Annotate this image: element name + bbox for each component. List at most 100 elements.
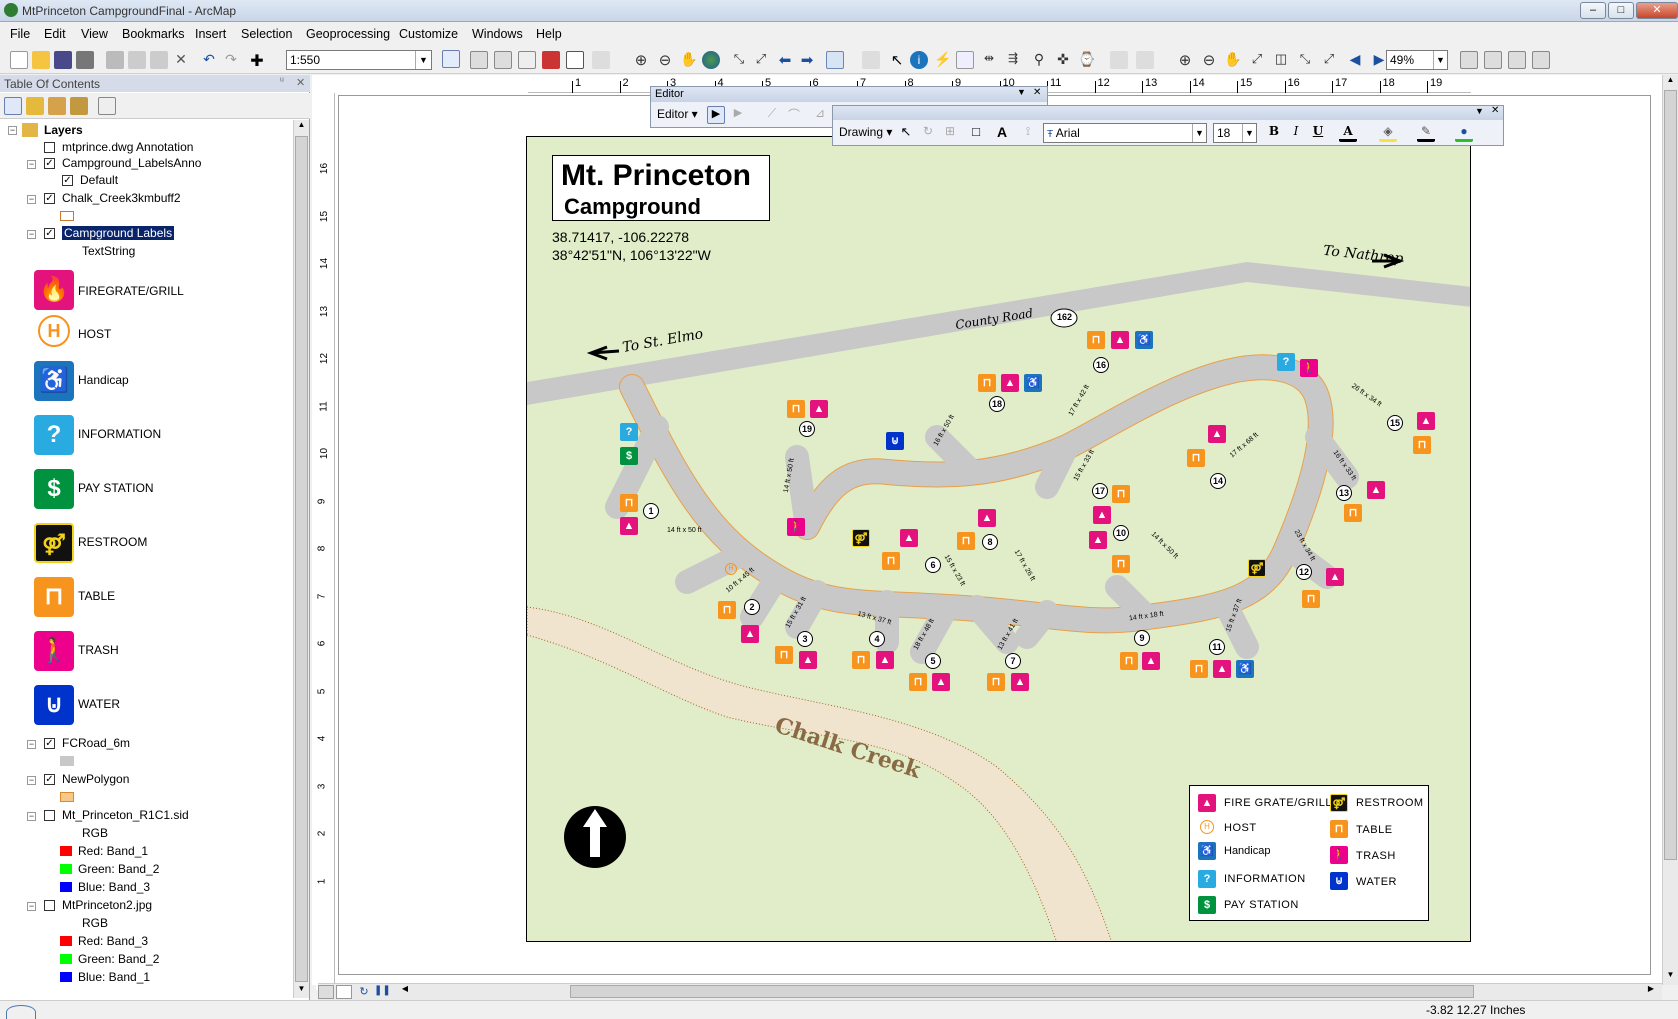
- font-color-button[interactable]: A: [1339, 124, 1357, 142]
- python-window-icon[interactable]: [566, 51, 584, 69]
- cut-icon[interactable]: [106, 51, 124, 69]
- find-route-icon[interactable]: ⇶: [1004, 51, 1022, 69]
- menu-view[interactable]: View: [81, 27, 108, 41]
- class-visibility-checkbox[interactable]: ✓: [62, 175, 73, 186]
- layers-root[interactable]: Layers: [44, 123, 83, 137]
- list-by-visibility-icon[interactable]: [48, 97, 66, 115]
- layer-visibility-checkbox[interactable]: [44, 142, 55, 153]
- layer-visibility-checkbox[interactable]: ✓: [44, 774, 55, 785]
- layout-zoom-combo[interactable]: 49% ▼: [1386, 50, 1448, 70]
- maximize-button[interactable]: □: [1608, 2, 1634, 19]
- previous-extent-layout-icon[interactable]: ◀: [1346, 51, 1364, 69]
- fill-color-icon[interactable]: ◈: [1379, 124, 1397, 142]
- map-data-frame[interactable]: Mt. Princeton Campground 38.71417, -106.…: [526, 136, 1471, 942]
- list-by-source-icon[interactable]: [26, 97, 44, 115]
- toc-options-icon[interactable]: [98, 97, 116, 115]
- delete-icon[interactable]: ✕: [172, 51, 190, 69]
- close-icon[interactable]: ✕: [1033, 87, 1041, 98]
- layer-visibility-checkbox[interactable]: ✓: [44, 158, 55, 169]
- fixed-zoom-out-icon[interactable]: ⤢: [752, 51, 770, 69]
- zoom-out-icon[interactable]: ⊖: [656, 51, 674, 69]
- measure-icon[interactable]: ⇹: [980, 51, 998, 69]
- toc-scrollbar[interactable]: ▲ ▼: [293, 120, 309, 998]
- menu-help[interactable]: Help: [536, 27, 562, 41]
- fixed-zoom-layout-icon[interactable]: ⤡: [1296, 51, 1314, 69]
- edit-tool-icon[interactable]: ▶: [707, 106, 725, 124]
- trace-icon[interactable]: ⊿: [811, 106, 829, 124]
- editor-toolbar-icon[interactable]: [442, 50, 460, 68]
- pause-drawing-icon[interactable]: ❚❚: [374, 985, 391, 999]
- menu-customize[interactable]: Customize: [399, 27, 458, 41]
- open-folder-icon[interactable]: [32, 51, 50, 69]
- layer-visibility-checkbox[interactable]: [44, 810, 55, 821]
- drawing-menu-button[interactable]: Drawing ▾: [837, 123, 897, 143]
- create-viewer-icon[interactable]: [1136, 51, 1154, 69]
- collapse-icon[interactable]: −: [8, 126, 17, 135]
- menu-geoprocessing[interactable]: Geoprocessing: [306, 27, 390, 41]
- close-button[interactable]: ✕: [1636, 2, 1678, 19]
- scroll-thumb[interactable]: [295, 136, 308, 982]
- layout-zoom-out-icon[interactable]: ⊖: [1200, 51, 1218, 69]
- back-extent-icon[interactable]: ⬅: [776, 51, 794, 69]
- data-view-icon[interactable]: [318, 985, 334, 999]
- arctoolbox-icon[interactable]: [542, 51, 560, 69]
- layout-vertical-scrollbar[interactable]: ▲ ▼: [1662, 75, 1678, 985]
- text-icon[interactable]: A: [993, 124, 1011, 142]
- map-scale-combo[interactable]: 1:550 ▼: [286, 50, 432, 70]
- chevron-down-icon[interactable]: ▼: [1475, 106, 1484, 116]
- focus-data-frame-icon[interactable]: [1484, 51, 1502, 69]
- line-color-icon[interactable]: ✎: [1417, 124, 1435, 142]
- scroll-down-icon[interactable]: ▼: [1664, 970, 1677, 984]
- search-window-icon[interactable]: [518, 51, 536, 69]
- copy-icon[interactable]: [128, 51, 146, 69]
- clear-selection-icon[interactable]: [862, 51, 880, 69]
- layer-mtprince-annotation[interactable]: mtprince.dwg Annotation: [62, 140, 193, 154]
- edit-annotation-icon[interactable]: ▶: [729, 106, 747, 124]
- new-document-icon[interactable]: [10, 51, 28, 69]
- html-popup-icon[interactable]: [956, 51, 974, 69]
- font-size-combo[interactable]: 18 ▼: [1213, 123, 1257, 143]
- rotate-icon[interactable]: ↻: [919, 124, 937, 142]
- fixed-zoom-in-icon[interactable]: ⤡: [730, 51, 748, 69]
- table-of-contents-icon[interactable]: [470, 51, 488, 69]
- straight-segment-icon[interactable]: ⟋: [763, 106, 781, 124]
- layer-campground-labels[interactable]: Campground Labels: [62, 226, 175, 240]
- italic-button[interactable]: I: [1287, 124, 1305, 142]
- catalog-icon[interactable]: [494, 51, 512, 69]
- collapse-icon[interactable]: −: [27, 740, 36, 749]
- scroll-right-icon[interactable]: ▶: [1644, 984, 1658, 999]
- menu-windows[interactable]: Windows: [472, 27, 523, 41]
- menu-edit[interactable]: Edit: [44, 27, 66, 41]
- find-icon[interactable]: ⚲: [1030, 51, 1048, 69]
- scroll-thumb[interactable]: [570, 985, 1474, 998]
- print-icon[interactable]: [76, 51, 94, 69]
- paste-icon[interactable]: [150, 51, 168, 69]
- rectangle-icon[interactable]: □: [967, 124, 985, 142]
- zoom-100-icon[interactable]: ◫: [1272, 51, 1290, 69]
- modelbuilder-icon[interactable]: [592, 51, 610, 69]
- underline-button[interactable]: U: [1309, 124, 1327, 142]
- refresh-icon[interactable]: ↻: [356, 985, 372, 999]
- add-data-icon[interactable]: ✚: [248, 51, 266, 70]
- list-by-drawing-order-icon[interactable]: [4, 97, 22, 115]
- chevron-down-icon[interactable]: ▼: [1017, 87, 1026, 97]
- select-elements-icon[interactable]: ↖: [888, 51, 906, 69]
- close-icon[interactable]: ✕: [296, 76, 305, 89]
- layer-fcroad[interactable]: FCRoad_6m: [62, 736, 130, 750]
- go-to-xy-icon[interactable]: ✜: [1054, 51, 1072, 69]
- forward-extent-icon[interactable]: ➡: [798, 51, 816, 69]
- zoom-whole-page-icon[interactable]: ⤢: [1248, 51, 1266, 69]
- layer-raster-sid[interactable]: Mt_Princeton_R1C1.sid: [62, 808, 189, 822]
- select-elements-icon[interactable]: ↖: [897, 124, 915, 142]
- layout-pan-icon[interactable]: ✋: [1224, 51, 1242, 69]
- layer-campground-labelsanno[interactable]: Campground_LabelsAnno: [62, 156, 201, 170]
- select-features-icon[interactable]: [826, 51, 844, 69]
- menu-bookmarks[interactable]: Bookmarks: [122, 27, 185, 41]
- change-layout-icon[interactable]: [1508, 51, 1526, 69]
- undo-icon[interactable]: ↶: [200, 51, 218, 69]
- minimize-button[interactable]: –: [1580, 2, 1606, 19]
- font-name-combo[interactable]: Ŧ Arial ▼: [1043, 123, 1207, 143]
- layer-visibility-checkbox[interactable]: ✓: [44, 193, 55, 204]
- layer-visibility-checkbox[interactable]: ✓: [44, 228, 55, 239]
- layer-newpolygon[interactable]: NewPolygon: [62, 772, 129, 786]
